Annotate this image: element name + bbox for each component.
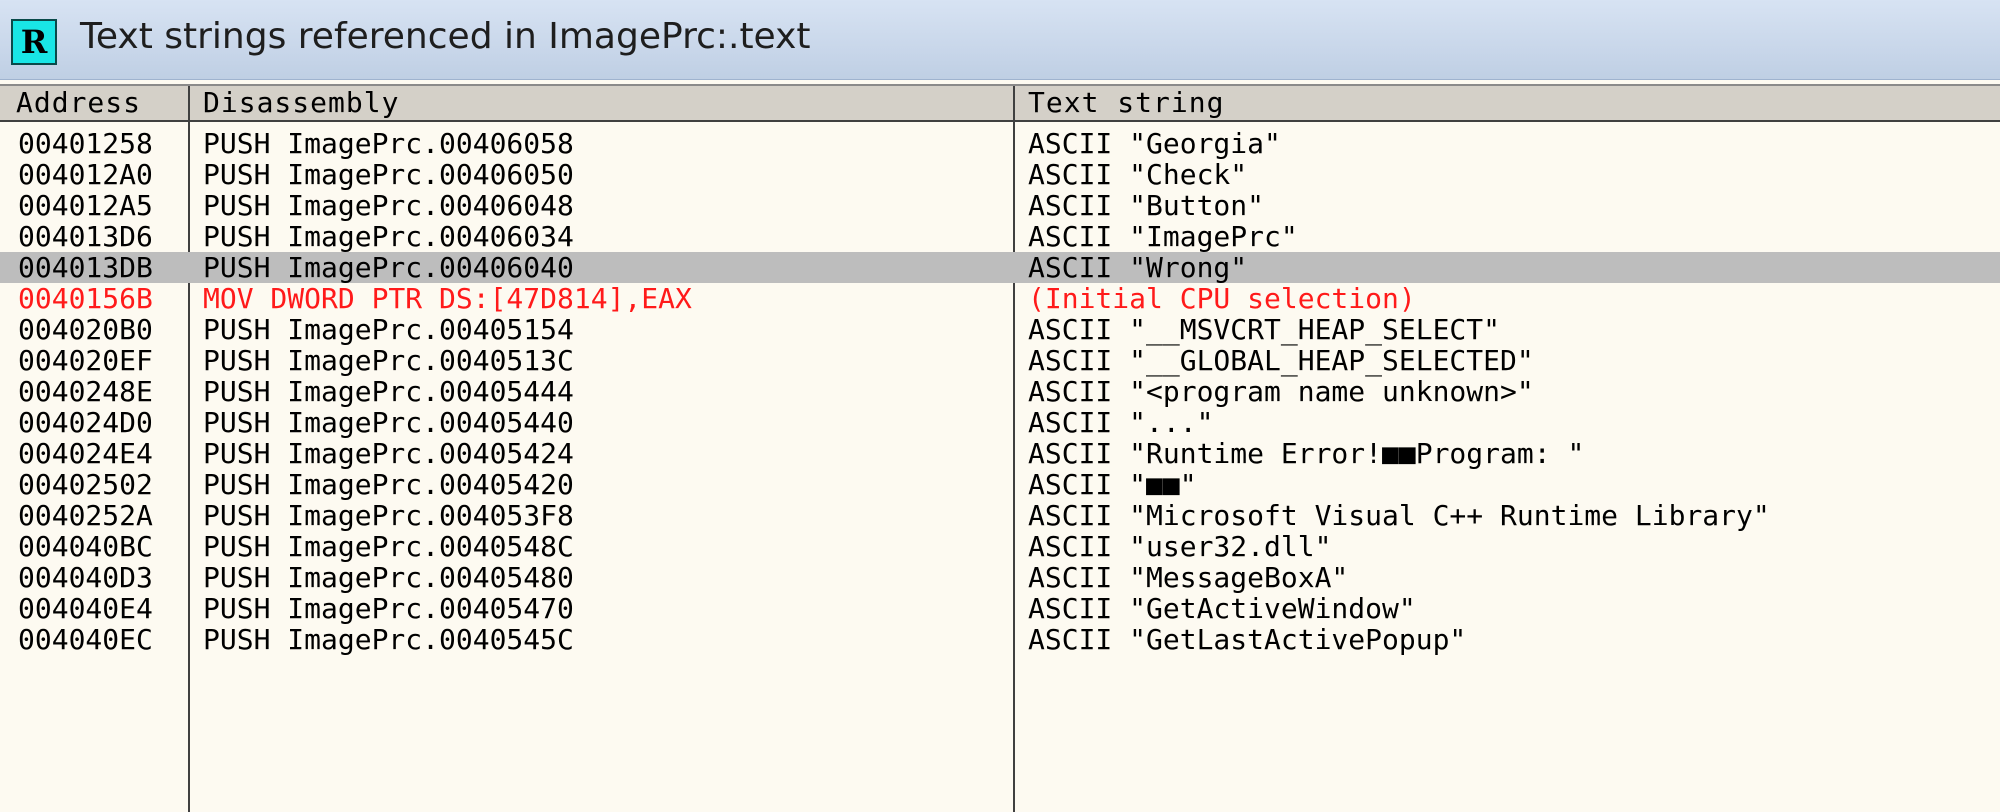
cell-disassembly: PUSH ImagePrc.00406050	[203, 158, 574, 191]
table-row[interactable]: 0040248E PUSH ImagePrc.00405444 ASCII "<pr…	[0, 376, 2000, 407]
cell-text-string: ASCII "GetLastActivePopup"	[1028, 623, 1467, 656]
cell-text-string: ASCII "..."	[1028, 406, 1214, 439]
cell-disassembly: PUSH ImagePrc.00405470	[203, 592, 574, 625]
column-divider-address[interactable]	[188, 86, 190, 122]
window-titlebar[interactable]: R Text strings referenced in ImagePrc:.t…	[0, 0, 2000, 80]
cell-disassembly: MOV DWORD PTR DS:[47D814],EAX	[203, 282, 692, 315]
table-row[interactable]: 00402502 PUSH ImagePrc.00405420 ASCII "■■"	[0, 469, 2000, 500]
table-row[interactable]: 00401258 PUSH ImagePrc.00406058 ASCII "Geo…	[0, 128, 2000, 159]
window-title: Text strings referenced in ImagePrc:.tex…	[80, 16, 811, 57]
cell-disassembly: PUSH ImagePrc.00406040	[203, 251, 574, 284]
table-row[interactable]: 004020EF PUSH ImagePrc.0040513C ASCII "__G…	[0, 345, 2000, 376]
cell-address: 004024E4	[18, 437, 153, 470]
cell-disassembly: PUSH ImagePrc.00405420	[203, 468, 574, 501]
cell-disassembly: PUSH ImagePrc.00406034	[203, 220, 574, 253]
cell-text-string: ASCII "<program name unknown>"	[1028, 375, 1534, 408]
cell-disassembly: PUSH ImagePrc.00406048	[203, 189, 574, 222]
table-row-selected[interactable]: 004013DB PUSH ImagePrc.00406040 ASCII "Wro…	[0, 252, 2000, 283]
table-row[interactable]: 004040EC PUSH ImagePrc.0040545C ASCII "Get…	[0, 624, 2000, 655]
cell-disassembly: PUSH ImagePrc.0040513C	[203, 344, 574, 377]
cell-text-string: ASCII "GetActiveWindow"	[1028, 592, 1416, 625]
table-row[interactable]: 004020B0 PUSH ImagePrc.00405154 ASCII "__M…	[0, 314, 2000, 345]
cell-text-string: ASCII "__GLOBAL_HEAP_SELECTED"	[1028, 344, 1534, 377]
cell-text-string: ASCII "__MSVCRT_HEAP_SELECT"	[1028, 313, 1501, 346]
table-row[interactable]: 004040E4 PUSH ImagePrc.00405470 ASCII "Get…	[0, 593, 2000, 624]
column-header-address[interactable]: Address	[16, 86, 141, 120]
cell-text-string: ASCII "■■"	[1028, 468, 1197, 501]
table-row[interactable]: 004012A5 PUSH ImagePrc.00406048 ASCII "But…	[0, 190, 2000, 221]
cell-text-string: ASCII "MessageBoxA"	[1028, 561, 1349, 594]
cell-address: 004013D6	[18, 220, 153, 253]
cell-disassembly: PUSH ImagePrc.00405480	[203, 561, 574, 594]
cell-disassembly: PUSH ImagePrc.00405154	[203, 313, 574, 346]
table-row[interactable]: 004012A0 PUSH ImagePrc.00406050 ASCII "Che…	[0, 159, 2000, 190]
column-divider-disassembly[interactable]	[1013, 86, 1015, 122]
app-r-icon: R	[11, 19, 57, 65]
cell-text-string: ASCII "Check"	[1028, 158, 1248, 191]
table-row[interactable]: 004040D3 PUSH ImagePrc.00405480 ASCII "Mes…	[0, 562, 2000, 593]
cell-text-string: ASCII "user32.dll"	[1028, 530, 1332, 563]
cell-text-string: ASCII "Microsoft Visual C++ Runtime Libr…	[1028, 499, 1770, 532]
cell-text-string: ASCII "Button"	[1028, 189, 1265, 222]
column-header-text-string[interactable]: Text string	[1028, 86, 1224, 120]
cell-address: 004040BC	[18, 530, 153, 563]
cell-address: 004040D3	[18, 561, 153, 594]
cell-address: 004024D0	[18, 406, 153, 439]
cell-disassembly: PUSH ImagePrc.004053F8	[203, 499, 574, 532]
cell-disassembly: PUSH ImagePrc.00405424	[203, 437, 574, 470]
cell-address: 004040E4	[18, 592, 153, 625]
cell-disassembly: PUSH ImagePrc.0040545C	[203, 623, 574, 656]
cell-text-string: (Initial CPU selection)	[1028, 282, 1416, 315]
cell-address: 004040EC	[18, 623, 153, 656]
table-row-initial-cpu[interactable]: 0040156B MOV DWORD PTR DS:[47D814],EAX (In…	[0, 283, 2000, 314]
cell-address: 004013DB	[18, 251, 153, 284]
cell-address: 004012A5	[18, 189, 153, 222]
cell-address: 00402502	[18, 468, 153, 501]
cell-address: 004020B0	[18, 313, 153, 346]
column-header: Address Disassembly Text string	[0, 84, 2000, 122]
cell-text-string: ASCII "ImagePrc"	[1028, 220, 1298, 253]
cell-text-string: ASCII "Runtime Error!■■Program: "	[1028, 437, 1585, 470]
column-header-disassembly[interactable]: Disassembly	[203, 86, 399, 120]
cell-address: 004020EF	[18, 344, 153, 377]
cell-address: 0040156B	[18, 282, 153, 315]
strings-table: 00401258 PUSH ImagePrc.00406058 ASCII "Geo…	[0, 128, 2000, 655]
cell-disassembly: PUSH ImagePrc.0040548C	[203, 530, 574, 563]
cell-disassembly: PUSH ImagePrc.00405444	[203, 375, 574, 408]
cell-disassembly: PUSH ImagePrc.00406058	[203, 127, 574, 160]
cell-text-string: ASCII "Wrong"	[1028, 251, 1248, 284]
table-row[interactable]: 004040BC PUSH ImagePrc.0040548C ASCII "use…	[0, 531, 2000, 562]
cell-address: 004012A0	[18, 158, 153, 191]
cell-address: 0040248E	[18, 375, 153, 408]
table-row[interactable]: 0040252A PUSH ImagePrc.004053F8 ASCII "Mic…	[0, 500, 2000, 531]
cell-address: 0040252A	[18, 499, 153, 532]
cell-address: 00401258	[18, 127, 153, 160]
table-row[interactable]: 004024D0 PUSH ImagePrc.00405440 ASCII "...…	[0, 407, 2000, 438]
cell-text-string: ASCII "Georgia"	[1028, 127, 1281, 160]
table-row[interactable]: 004013D6 PUSH ImagePrc.00406034 ASCII "Ima…	[0, 221, 2000, 252]
cell-disassembly: PUSH ImagePrc.00405440	[203, 406, 574, 439]
table-row[interactable]: 004024E4 PUSH ImagePrc.00405424 ASCII "Run…	[0, 438, 2000, 469]
